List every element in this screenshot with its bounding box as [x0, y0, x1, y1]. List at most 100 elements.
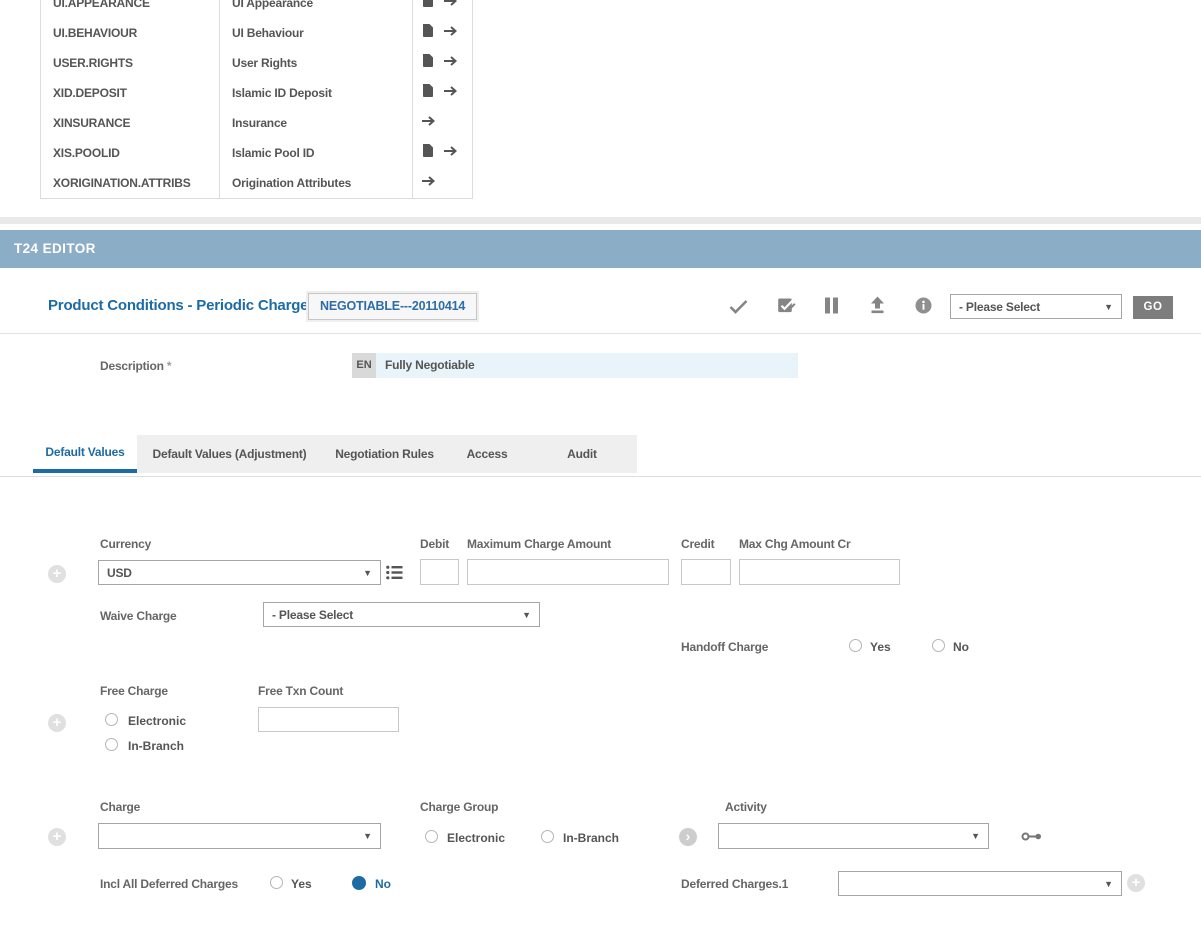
waive-charge-label: Waive Charge: [100, 609, 177, 623]
charge-group-electronic-radio[interactable]: [425, 830, 438, 843]
arrow-right-icon[interactable]: [443, 84, 458, 102]
deferred-charges-1-select[interactable]: ▼: [838, 871, 1122, 896]
table-row[interactable]: UI.APPEARANCE UI Appearance: [41, 0, 472, 18]
add-row-icon[interactable]: +: [48, 714, 66, 732]
charge-group-in-branch-radio[interactable]: [541, 830, 554, 843]
arrow-right-icon[interactable]: [421, 114, 436, 132]
free-charge-in-branch-radio[interactable]: [105, 738, 118, 751]
record-code[interactable]: XORIGINATION.ATTRIBS: [41, 168, 219, 198]
tab-default-values[interactable]: Default Values: [33, 435, 137, 473]
record-code[interactable]: XID.DEPOSIT: [41, 78, 219, 108]
maximum-charge-amount-input[interactable]: [467, 559, 669, 585]
action-select[interactable]: - Please Select ▼: [950, 294, 1122, 319]
handoff-yes-radio[interactable]: [849, 639, 862, 652]
document-icon[interactable]: [421, 53, 433, 73]
record-code[interactable]: USER.RIGHTS: [41, 48, 219, 78]
enquiry-results-table: UI.APPEARANCE UI Appearance UI.BEHAVIOUR…: [40, 0, 473, 199]
table-row[interactable]: UI.BEHAVIOUR UI Behaviour: [41, 18, 472, 48]
required-asterisk: *: [167, 359, 171, 373]
currency-value: USD: [107, 566, 132, 580]
tab-divider: [0, 476, 1201, 477]
table-row[interactable]: XIS.POOLID Islamic Pool ID: [41, 138, 472, 168]
activity-select[interactable]: ▼: [718, 823, 989, 849]
incl-deferred-yes-radio[interactable]: [270, 876, 283, 889]
go-button[interactable]: GO: [1133, 296, 1173, 319]
chevron-down-icon: ▼: [363, 831, 372, 841]
commit-review-icon[interactable]: [777, 297, 796, 320]
incl-deferred-yes-label[interactable]: Yes: [291, 877, 312, 891]
document-icon[interactable]: [421, 23, 433, 43]
credit-input[interactable]: [681, 559, 731, 585]
deferred-charges-1-label: Deferred Charges.1: [681, 877, 788, 891]
free-txn-count-label: Free Txn Count: [258, 684, 343, 698]
max-chg-amount-cr-input[interactable]: [739, 559, 900, 585]
chevron-down-icon: ▼: [1104, 879, 1113, 889]
waive-charge-value: - Please Select: [272, 608, 353, 622]
handoff-charge-label: Handoff Charge: [681, 640, 768, 654]
description-field[interactable]: Fully Negotiable: [376, 353, 798, 378]
tab-default-values-adjustment[interactable]: Default Values (Adjustment): [137, 435, 322, 473]
tab-audit[interactable]: Audit: [527, 435, 637, 473]
free-charge-in-branch-label[interactable]: In-Branch: [128, 739, 184, 753]
waive-charge-select[interactable]: - Please Select ▼: [263, 602, 540, 627]
add-row-icon[interactable]: +: [48, 565, 66, 583]
currency-select[interactable]: USD ▼: [98, 560, 381, 585]
handoff-no-label[interactable]: No: [953, 640, 969, 654]
description-label: Description*: [100, 359, 171, 373]
activity-label: Activity: [725, 800, 767, 814]
record-code[interactable]: UI.BEHAVIOUR: [41, 18, 219, 48]
arrow-right-icon[interactable]: [421, 174, 436, 192]
document-icon[interactable]: [421, 143, 433, 163]
header-divider: [0, 333, 1201, 334]
arrow-right-icon[interactable]: [443, 0, 458, 12]
record-code[interactable]: XINSURANCE: [41, 108, 219, 138]
table-row[interactable]: XID.DEPOSIT Islamic ID Deposit: [41, 78, 472, 108]
chevron-down-icon: ▼: [363, 568, 372, 578]
record-label: Islamic ID Deposit: [219, 78, 412, 108]
table-row[interactable]: XINSURANCE Insurance: [41, 108, 472, 138]
record-label: UI Behaviour: [219, 18, 412, 48]
record-id-badge: NEGOTIABLE---20110414: [308, 293, 477, 320]
maximum-charge-amount-label: Maximum Charge Amount: [467, 537, 611, 551]
expand-chevron-icon[interactable]: ›: [679, 828, 697, 846]
record-code[interactable]: UI.APPEARANCE: [41, 0, 219, 18]
charge-group-electronic-label[interactable]: Electronic: [447, 831, 505, 845]
handoff-yes-label[interactable]: Yes: [870, 640, 891, 654]
free-txn-count-input[interactable]: [258, 707, 399, 732]
free-charge-electronic-radio[interactable]: [105, 713, 118, 726]
lookup-list-icon[interactable]: [386, 565, 403, 585]
chevron-down-icon: ▼: [971, 831, 980, 841]
table-row[interactable]: USER.RIGHTS User Rights: [41, 48, 472, 78]
editor-title-bar: T24 EDITOR: [0, 230, 1201, 268]
charge-select[interactable]: ▼: [98, 823, 381, 849]
charge-group-label: Charge Group: [420, 800, 498, 814]
validate-icon[interactable]: [729, 299, 748, 319]
tab-negotiation-rules[interactable]: Negotiation Rules: [322, 435, 447, 473]
handoff-no-radio[interactable]: [932, 639, 945, 652]
table-row[interactable]: XORIGINATION.ATTRIBS Origination Attribu…: [41, 168, 472, 198]
arrow-right-icon[interactable]: [443, 24, 458, 42]
action-select-value: - Please Select: [959, 300, 1040, 314]
incl-deferred-no-label[interactable]: No: [375, 877, 391, 891]
document-icon[interactable]: [421, 83, 433, 103]
link-key-icon[interactable]: [1021, 830, 1043, 848]
free-charge-label: Free Charge: [100, 684, 168, 698]
incl-all-deferred-charges-label: Incl All Deferred Charges: [100, 877, 238, 891]
tab-strip: Default Values (Adjustment) Negotiation …: [137, 435, 637, 473]
chevron-down-icon: ▼: [1104, 302, 1113, 312]
tab-access[interactable]: Access: [447, 435, 527, 473]
arrow-right-icon[interactable]: [443, 54, 458, 72]
arrow-right-icon[interactable]: [443, 144, 458, 162]
info-icon[interactable]: [915, 297, 932, 319]
charge-group-in-branch-label[interactable]: In-Branch: [563, 831, 619, 845]
hold-pause-icon[interactable]: [824, 297, 839, 319]
add-row-icon[interactable]: +: [48, 828, 66, 846]
debit-input[interactable]: [420, 559, 459, 585]
document-icon[interactable]: [421, 0, 433, 13]
upload-icon[interactable]: [869, 296, 886, 319]
record-label: UI Appearance: [219, 0, 412, 18]
free-charge-electronic-label[interactable]: Electronic: [128, 714, 186, 728]
add-deferred-charge-icon[interactable]: +: [1127, 874, 1145, 892]
incl-deferred-no-radio[interactable]: [352, 876, 366, 890]
record-code[interactable]: XIS.POOLID: [41, 138, 219, 168]
